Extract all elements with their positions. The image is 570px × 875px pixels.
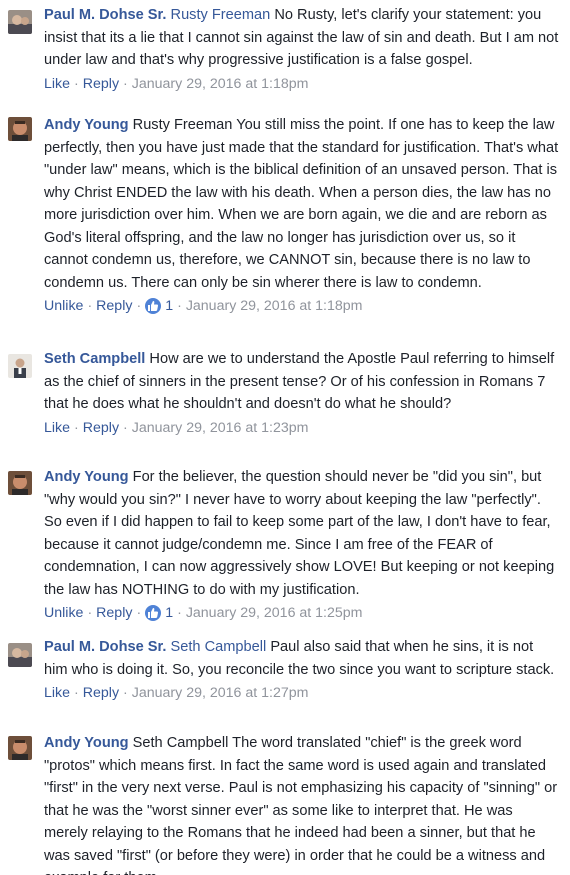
unlike-link[interactable]: Unlike [44, 296, 83, 316]
avatar[interactable] [8, 354, 32, 378]
separator: · [87, 605, 93, 621]
comment-actions: Like · Reply · January 29, 2016 at 1:18p… [44, 72, 560, 94]
comment-actions: Like · Reply · January 29, 2016 at 1:23p… [44, 416, 560, 438]
thumbs-up-icon [145, 298, 162, 314]
comment-timestamp[interactable]: January 29, 2016 at 1:27pm [132, 683, 309, 703]
separator: · [87, 298, 93, 314]
unlike-link[interactable]: Unlike [44, 603, 83, 623]
comment-body: Andy Young Rusty Freeman You still miss … [44, 110, 560, 294]
paul-avatar-icon [8, 643, 32, 667]
comment-item: Andy Young For the believer, the questio… [0, 462, 570, 632]
paul-avatar-icon [8, 10, 32, 34]
reply-link[interactable]: Reply [83, 418, 119, 438]
reply-link[interactable]: Reply [96, 603, 132, 623]
comment-body: Paul M. Dohse Sr. Seth Campbell Paul als… [44, 632, 560, 681]
comment-timestamp[interactable]: January 29, 2016 at 1:23pm [132, 418, 309, 438]
separator: · [177, 605, 182, 621]
comment-body: Paul M. Dohse Sr. Rusty Freeman No Rusty… [44, 0, 560, 72]
comment-actions: Unlike · Reply · 1 · January 29, 2016 at… [44, 294, 560, 316]
avatar[interactable] [8, 471, 32, 495]
comment-timestamp[interactable]: January 29, 2016 at 1:18pm [132, 74, 309, 94]
like-count[interactable]: 1 [145, 296, 173, 316]
separator: · [136, 605, 142, 621]
comment-timestamp[interactable]: January 29, 2016 at 1:18pm [186, 296, 363, 316]
andy-avatar-icon [8, 117, 32, 141]
comment-item: Seth Campbell How are we to understand t… [0, 344, 570, 462]
comment-text: Seth Campbell The word translated "chief… [44, 735, 558, 875]
avatar[interactable] [8, 736, 32, 760]
comment-item: Paul M. Dohse Sr. Rusty Freeman No Rusty… [0, 0, 570, 110]
seth-avatar-icon [8, 354, 32, 378]
comment-body: Seth Campbell How are we to understand t… [44, 344, 560, 416]
separator: · [74, 419, 79, 436]
comment-item: Paul M. Dohse Sr. Seth Campbell Paul als… [0, 632, 570, 728]
andy-avatar-icon [8, 471, 32, 495]
comment-body: Andy Young Seth Campbell The word transl… [44, 728, 560, 875]
separator: · [177, 298, 182, 314]
comment-body: Andy Young For the believer, the questio… [44, 462, 560, 601]
comment-actions: Unlike · Reply · 1 · January 29, 2016 at… [44, 601, 560, 623]
separator: · [123, 685, 128, 701]
comment-author[interactable]: Andy Young [44, 469, 129, 485]
mention-link[interactable]: Rusty Freeman [171, 7, 271, 23]
like-count[interactable]: 1 [145, 603, 173, 623]
like-count-value: 1 [165, 605, 174, 621]
avatar[interactable] [8, 643, 32, 667]
comment-text: For the believer, the question should ne… [44, 469, 555, 598]
comment-author[interactable]: Paul M. Dohse Sr. [44, 7, 166, 23]
separator: · [74, 75, 79, 92]
separator: · [123, 75, 128, 92]
comment-item: Andy Young Rusty Freeman You still miss … [0, 110, 570, 344]
comment-timestamp[interactable]: January 29, 2016 at 1:25pm [186, 603, 363, 623]
comment-author[interactable]: Seth Campbell [44, 351, 145, 367]
avatar[interactable] [8, 10, 32, 34]
comment-author[interactable]: Paul M. Dohse Sr. [44, 639, 166, 655]
reply-link[interactable]: Reply [83, 74, 119, 94]
comment-text: Rusty Freeman You still miss the point. … [44, 117, 559, 291]
comment-author[interactable]: Andy Young [44, 735, 129, 751]
comment-item: Andy Young Seth Campbell The word transl… [0, 728, 570, 875]
andy-avatar-icon [8, 736, 32, 760]
comment-thread: Paul M. Dohse Sr. Rusty Freeman No Rusty… [0, 0, 570, 875]
separator: · [136, 298, 142, 314]
mention-link[interactable]: Seth Campbell [171, 639, 267, 655]
like-link[interactable]: Like [44, 683, 70, 703]
like-link[interactable]: Like [44, 74, 70, 94]
separator: · [74, 685, 79, 701]
like-link[interactable]: Like [44, 418, 70, 438]
separator: · [123, 419, 128, 436]
thumbs-up-icon [145, 605, 162, 621]
avatar[interactable] [8, 117, 32, 141]
reply-link[interactable]: Reply [83, 683, 119, 703]
comment-author[interactable]: Andy Young [44, 117, 129, 133]
like-count-value: 1 [165, 298, 174, 314]
comment-actions: Like · Reply · January 29, 2016 at 1:27p… [44, 681, 560, 703]
reply-link[interactable]: Reply [96, 296, 132, 316]
